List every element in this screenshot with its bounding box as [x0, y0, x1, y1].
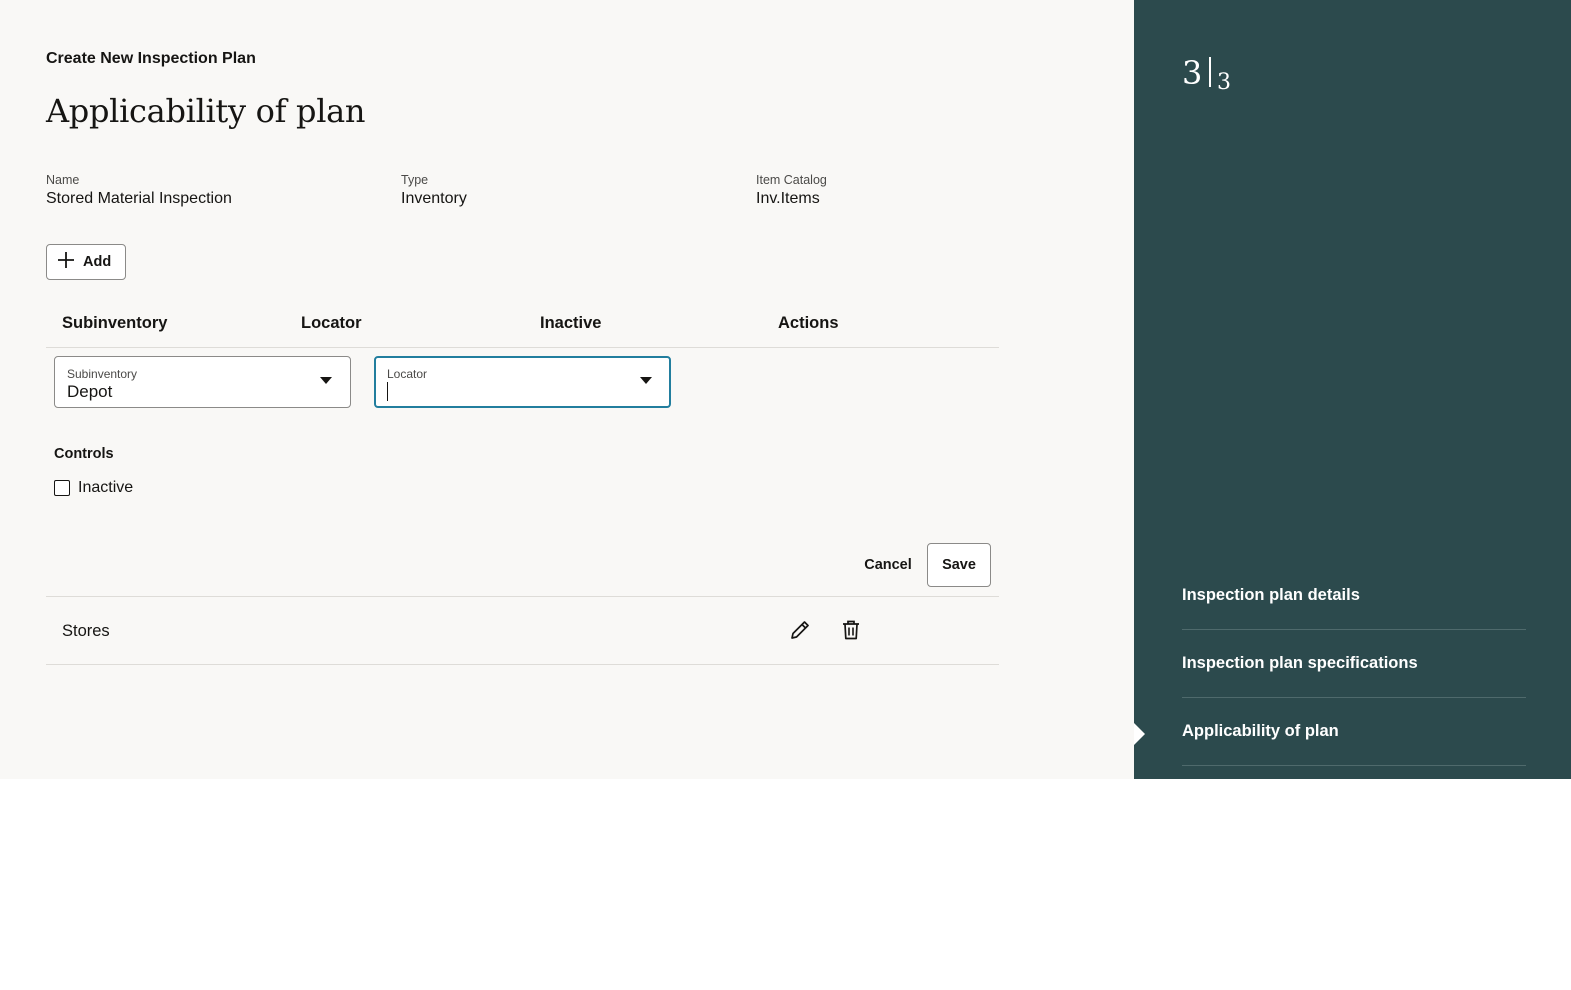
type-value: Inventory	[401, 190, 467, 207]
controls-label: Controls	[54, 446, 114, 462]
column-header-locator: Locator	[301, 314, 362, 332]
item-catalog-label: Item Catalog	[756, 173, 827, 187]
column-header-actions: Actions	[778, 314, 839, 332]
subinventory-select[interactable]: Subinventory Depot	[54, 356, 351, 408]
chevron-down-icon[interactable]	[640, 377, 652, 384]
type-label: Type	[401, 173, 429, 187]
inactive-checkbox[interactable]	[54, 480, 70, 496]
name-value: Stored Material Inspection	[46, 190, 232, 207]
step-inspection-plan-specifications[interactable]: Inspection plan specifications	[1182, 630, 1526, 698]
step-label: Applicability of plan	[1182, 722, 1339, 740]
subinventory-select-value: Depot	[67, 382, 113, 401]
step-current: 3	[1182, 54, 1203, 92]
row-subinventory: Stores	[62, 622, 110, 640]
step-label: Inspection plan specifications	[1182, 654, 1418, 672]
delete-icon[interactable]	[838, 617, 864, 643]
step-label: Inspection plan details	[1182, 586, 1360, 604]
header-divider	[46, 347, 999, 348]
subinventory-select-label: Subinventory	[67, 367, 138, 381]
column-header-subinventory: Subinventory	[62, 314, 168, 332]
step-inspection-plan-details[interactable]: Inspection plan details	[1182, 562, 1526, 630]
main-panel: Create New Inspection Plan Applicability…	[0, 0, 1134, 779]
current-step-indicator	[1134, 723, 1145, 745]
type-field: Type Inventory	[401, 173, 467, 208]
plus-icon	[56, 250, 76, 275]
inactive-checkbox-label[interactable]: Inactive	[78, 479, 133, 497]
step-total: 3	[1217, 70, 1231, 95]
save-button[interactable]: Save	[927, 543, 991, 587]
edit-icon[interactable]	[787, 617, 813, 643]
step-divider	[1209, 57, 1211, 87]
row-divider	[46, 664, 999, 665]
column-header-inactive: Inactive	[540, 314, 602, 332]
add-button-label: Add	[83, 254, 112, 270]
add-button[interactable]: Add	[46, 244, 126, 280]
text-cursor	[387, 382, 388, 401]
step-applicability-of-plan[interactable]: Applicability of plan	[1182, 698, 1526, 766]
name-label: Name	[46, 173, 80, 187]
wizard-label: Create New Inspection Plan	[46, 50, 256, 67]
item-catalog-field: Item Catalog Inv.Items	[756, 173, 827, 208]
name-field: Name Stored Material Inspection	[46, 173, 232, 208]
locator-select[interactable]: Locator	[374, 356, 671, 408]
page-title: Applicability of plan	[46, 92, 366, 130]
chevron-down-icon[interactable]	[320, 377, 332, 384]
row-divider	[46, 596, 999, 597]
locator-select-label: Locator	[387, 367, 428, 381]
item-catalog-value: Inv.Items	[756, 190, 820, 207]
cancel-button[interactable]: Cancel	[858, 543, 918, 587]
